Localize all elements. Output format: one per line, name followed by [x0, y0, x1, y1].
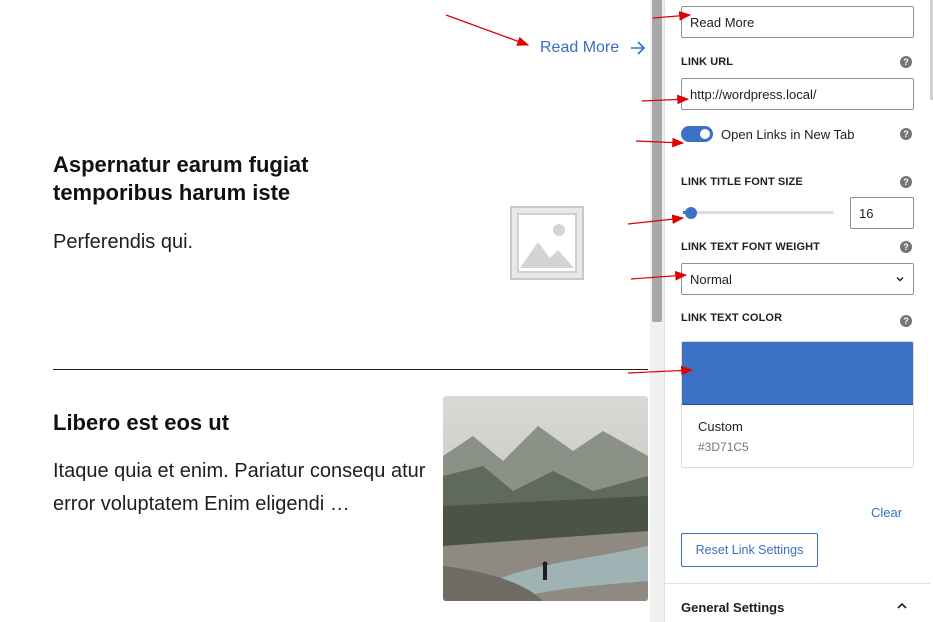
font-size-slider-thumb[interactable]: [685, 207, 697, 219]
help-icon[interactable]: ?: [900, 241, 912, 253]
open-new-tab-label: Open Links in New Tab: [721, 127, 855, 142]
font-weight-select[interactable]: Normal: [681, 263, 914, 295]
open-new-tab-toggle[interactable]: [681, 126, 713, 142]
help-icon[interactable]: ?: [900, 56, 912, 68]
link-url-label: LINK URL: [681, 56, 734, 68]
font-size-slider-track[interactable]: [683, 211, 834, 214]
color-name: Custom: [698, 419, 743, 434]
reset-link-settings-button[interactable]: Reset Link Settings: [681, 533, 818, 567]
post-excerpt: Itaque quia et enim. Pariatur consequ at…: [53, 460, 426, 515]
panel-divider: [665, 583, 930, 584]
color-hex: #3D71C5: [698, 440, 749, 454]
help-icon[interactable]: ?: [900, 128, 912, 140]
general-settings-panel-toggle[interactable]: General Settings: [681, 600, 784, 615]
post-title: Libero est eos ut: [53, 410, 230, 435]
color-swatch[interactable]: [682, 342, 913, 405]
chevron-down-icon: [896, 277, 904, 282]
editor-canvas: Read More Aspernatur earum fugiat tempor…: [0, 0, 650, 622]
screen: Read More Aspernatur earum fugiat tempor…: [0, 0, 933, 622]
title-font-size-label: LINK TITLE FONT SIZE: [681, 176, 803, 188]
image-placeholder-icon: [510, 206, 584, 280]
chevron-up-icon[interactable]: [895, 599, 909, 613]
link-url-input[interactable]: http://wordpress.local/: [681, 78, 914, 110]
help-icon[interactable]: ?: [900, 176, 912, 188]
font-weight-label: LINK TEXT FONT WEIGHT: [681, 241, 820, 253]
clear-color-button[interactable]: Clear: [871, 505, 902, 520]
post-excerpt: Perferendis qui.: [53, 231, 194, 253]
scrollbar-thumb[interactable]: [652, 0, 662, 322]
font-weight-value: Normal: [690, 271, 732, 287]
post-title: Aspernatur earum fugiat temporibus harum…: [53, 152, 309, 205]
arrow-right-icon: [631, 41, 646, 55]
help-icon[interactable]: ?: [900, 315, 912, 327]
read-more-link[interactable]: Read More: [540, 39, 647, 57]
post-featured-image: [443, 396, 648, 601]
color-picker-card[interactable]: Custom #3D71C5: [681, 341, 914, 468]
read-more-label: Read More: [540, 39, 620, 56]
text-color-label: LINK TEXT COLOR: [681, 312, 783, 324]
post-separator: [53, 369, 648, 370]
link-text-input[interactable]: Read More: [681, 6, 914, 38]
font-size-number-input[interactable]: 16: [850, 197, 914, 229]
